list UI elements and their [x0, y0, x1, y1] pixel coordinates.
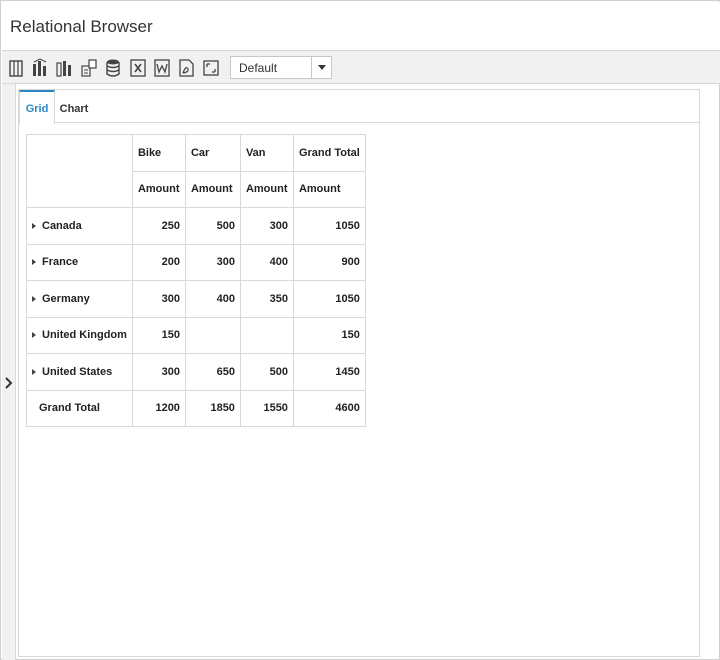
column-header[interactable]: Van [239, 134, 294, 172]
value-cell: 400 [239, 243, 294, 281]
pivot-client-content: Grid Chart Bike Car Van Grand Total Amou… [18, 89, 700, 657]
report-select-value: Default [239, 61, 278, 75]
expand-caret-icon[interactable] [32, 332, 36, 339]
expand-caret-icon[interactable] [32, 222, 36, 229]
export-pdf-icon[interactable] [177, 58, 195, 78]
row-header[interactable]: United States [26, 353, 133, 391]
value-cell: 300 [239, 207, 294, 245]
grand-total-label: Grand Total [26, 389, 133, 427]
export-word-icon[interactable] [153, 58, 171, 78]
relational-browser-window: Relational Browser Default Grid Chart Bi… [0, 0, 720, 660]
value-cell: 350 [239, 280, 294, 318]
value-cell: 200 [131, 243, 186, 281]
value-cell: 400 [184, 280, 241, 318]
left-panel-rail [2, 84, 16, 660]
value-cell [184, 316, 241, 354]
value-cell: 900 [292, 243, 366, 281]
value-cell: 300 [131, 353, 186, 391]
value-cell: 1050 [292, 207, 366, 245]
total-cell: 1550 [239, 389, 294, 427]
expand-panel-button[interactable] [2, 373, 16, 393]
chevron-down-icon [318, 65, 326, 70]
fullscreen-icon[interactable] [202, 58, 220, 78]
chart-view-icon[interactable] [31, 58, 49, 78]
column-header-row: Bike Car Van Grand Total [26, 134, 366, 208]
value-cell: 1050 [292, 280, 366, 318]
value-cell: 650 [184, 353, 241, 391]
total-cell: 4600 [292, 389, 366, 427]
pivot-grid: Bike Car Van Grand Total Amount Amount A… [26, 134, 366, 427]
value-cell: 250 [131, 207, 186, 245]
row-header-label: Canada [42, 219, 82, 232]
expand-caret-icon[interactable] [32, 259, 36, 266]
report-select-dropdown-button[interactable] [311, 57, 331, 78]
report-database-icon[interactable] [104, 58, 122, 78]
expand-caret-icon[interactable] [32, 295, 36, 302]
total-cell: 1850 [184, 389, 241, 427]
table-row: United Kingdom 150 150 [26, 316, 366, 354]
value-cell: 500 [184, 207, 241, 245]
column-header[interactable]: Bike [131, 134, 186, 172]
table-row: United States 300 650 500 1450 [26, 353, 366, 391]
table-row: France 200 300 400 900 [26, 243, 366, 281]
tab-chart[interactable]: Chart [55, 90, 93, 123]
column-header[interactable]: Grand Total [292, 134, 366, 172]
value-cell: 150 [292, 316, 366, 354]
column-header[interactable]: Car [184, 134, 241, 172]
row-header-label: Germany [42, 292, 90, 305]
value-cell: 150 [131, 316, 186, 354]
row-header[interactable]: United Kingdom [26, 316, 133, 354]
value-cell: 300 [131, 280, 186, 318]
tab-grid[interactable]: Grid [19, 90, 55, 124]
row-header-label: United Kingdom [42, 329, 127, 342]
grid-corner-cell [26, 134, 133, 208]
grand-total-row: Grand Total 1200 1850 1550 4600 [26, 389, 366, 427]
chevron-right-icon [5, 377, 13, 389]
table-row: Germany 300 400 350 1050 [26, 280, 366, 318]
measure-header: Amount [131, 170, 186, 208]
row-header-label: France [42, 256, 79, 269]
row-header-label: United States [42, 365, 113, 378]
grid-view-icon[interactable] [8, 58, 26, 78]
table-row: Canada 250 500 300 1050 [26, 207, 366, 245]
measure-header: Amount [292, 170, 366, 208]
value-cell: 500 [239, 353, 294, 391]
total-cell: 1200 [131, 389, 186, 427]
title-bar: Relational Browser [2, 2, 720, 50]
expand-caret-icon[interactable] [32, 368, 36, 375]
export-excel-icon[interactable] [129, 58, 147, 78]
measure-header: Amount [184, 170, 241, 208]
row-header[interactable]: Canada [26, 207, 133, 245]
grid-chart-view-icon[interactable] [55, 58, 73, 78]
report-select[interactable]: Default [230, 56, 332, 79]
view-tabs: Grid Chart [19, 90, 699, 124]
value-cell: 1450 [292, 353, 366, 391]
row-header[interactable]: France [26, 243, 133, 281]
mdx-query-icon[interactable] [80, 58, 98, 78]
window-title: Relational Browser [10, 17, 153, 36]
toolbar: Default [2, 50, 720, 84]
row-header[interactable]: Germany [26, 280, 133, 318]
measure-header: Amount [239, 170, 294, 208]
value-cell [239, 316, 294, 354]
value-cell: 300 [184, 243, 241, 281]
